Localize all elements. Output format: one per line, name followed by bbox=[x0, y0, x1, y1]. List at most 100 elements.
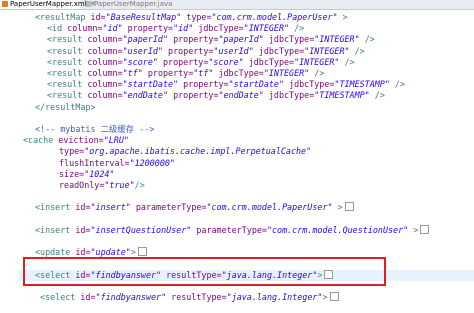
code-line[interactable]: 16type="org.apache.ibatis.cache.impl.Per… bbox=[19, 146, 474, 157]
code-token: "insert" bbox=[90, 202, 131, 213]
code-line[interactable]: 11<result column="endDate" property="end… bbox=[19, 90, 474, 101]
collapsed-fold-icon[interactable] bbox=[420, 224, 430, 234]
code-text: </resultMap> bbox=[35, 102, 96, 113]
code-text: <id column="id" property="id" jdbcType="… bbox=[47, 23, 304, 34]
code-token: "org.apache.ibatis.cache.impl.PerpetualC… bbox=[84, 146, 312, 157]
code-token: /> bbox=[134, 180, 145, 190]
collapsed-fold-icon[interactable] bbox=[344, 202, 354, 212]
code-token: <result bbox=[47, 45, 88, 56]
code-token: size= bbox=[59, 168, 85, 179]
code-token: property= bbox=[178, 79, 229, 90]
code-token: "endDate" bbox=[218, 90, 264, 101]
code-token: "id" bbox=[102, 23, 123, 34]
java-file-icon bbox=[86, 1, 92, 7]
code-token: > bbox=[408, 224, 419, 235]
code-token: "userId" bbox=[122, 45, 163, 56]
code-token: parameterType= bbox=[130, 202, 207, 213]
code-line[interactable]: 17flushInterval="1200000" bbox=[19, 158, 474, 169]
code-line[interactable]: 21⊕<insert id="insert" parameterType="co… bbox=[19, 202, 474, 213]
code-token: <insert bbox=[35, 224, 76, 235]
code-text: <result column="paperId" property="paper… bbox=[47, 34, 375, 45]
code-token: --> bbox=[134, 124, 155, 134]
code-token: "INTEGER" bbox=[294, 56, 340, 67]
code-text: <result column="tf" property="tf" jdbcTy… bbox=[47, 68, 324, 79]
code-token: > bbox=[337, 12, 348, 22]
code-token: readOnly= bbox=[59, 180, 105, 190]
code-text: readOnly="true"/> bbox=[59, 180, 145, 191]
code-token: "com.crm.model.PaperUser" bbox=[206, 202, 333, 213]
code-token: <result bbox=[47, 34, 88, 45]
code-line[interactable]: 18size="1024" bbox=[19, 169, 474, 180]
code-token: property= bbox=[162, 45, 214, 56]
code-token: 二级缓存 bbox=[100, 124, 135, 134]
code-text: <!-- mybatis 二级缓存 --> bbox=[35, 124, 154, 135]
tab-paperusermapper-xml[interactable]: PaperUserMapper.xml ✕ bbox=[0, 0, 96, 9]
code-line[interactable]: 15<cache eviction="LRU" bbox=[19, 135, 474, 146]
code-token: "insertQuestionUser" bbox=[90, 224, 192, 235]
code-token: id= bbox=[90, 12, 106, 22]
editor-tab-bar: PaperUserMapper.xml ✕ PaperUserMapper.jav… bbox=[0, 0, 474, 10]
code-line[interactable]: 12</resultMap> bbox=[19, 102, 474, 113]
code-token: <resultMap bbox=[35, 12, 91, 22]
code-text: <cache eviction="LRU" bbox=[23, 135, 129, 146]
code-token: > bbox=[332, 202, 343, 213]
code-line[interactable]: 8<result column="score" property="score"… bbox=[19, 57, 474, 68]
code-token: <update bbox=[35, 247, 76, 258]
code-token: "INTEGER" bbox=[243, 23, 290, 34]
code-line[interactable]: 9<result column="tf" property="tf" jdbcT… bbox=[19, 68, 474, 79]
code-token: "BaseResultMap" bbox=[105, 12, 182, 22]
code-line[interactable]: 10<result column="startDate" property="s… bbox=[19, 79, 474, 90]
code-token: column= bbox=[67, 23, 103, 34]
code-token: jdbcType= bbox=[284, 79, 335, 90]
code-token: <cache bbox=[23, 135, 59, 146]
code-token: "INTEGER" bbox=[314, 34, 360, 45]
code-token: /> bbox=[369, 90, 385, 101]
code-line[interactable]: 4<resultMap id="BaseResultMap" type="com… bbox=[19, 12, 474, 23]
code-token: <result bbox=[47, 68, 88, 78]
code-token: <result bbox=[47, 56, 88, 67]
code-token: "startDate" bbox=[122, 79, 179, 90]
code-line[interactable]: 13 bbox=[19, 113, 474, 124]
code-token: "com.crm.model.PaperUser" bbox=[211, 12, 338, 22]
code-token: "com.crm.model.QuestionUser" bbox=[266, 224, 409, 235]
collapsed-fold-icon[interactable] bbox=[137, 247, 147, 257]
code-token: type= bbox=[59, 146, 85, 157]
code-text: <insert id="insert" parameterType="com.c… bbox=[35, 202, 354, 213]
code-line[interactable]: 48⊕ <select id="findbyanswer" resultType… bbox=[19, 292, 474, 303]
code-line[interactable]: 19readOnly="true"/> bbox=[19, 180, 474, 191]
code-token: <result bbox=[47, 90, 88, 101]
code-token: "1024" bbox=[84, 168, 115, 179]
code-line[interactable]: 14<!-- mybatis 二级缓存 --> bbox=[19, 124, 474, 135]
code-line[interactable]: 20 bbox=[19, 191, 474, 202]
code-token: "update" bbox=[90, 247, 131, 258]
code-token: resultType= bbox=[166, 292, 227, 302]
code-line[interactable]: 35 bbox=[19, 236, 474, 247]
code-token: id= bbox=[75, 202, 91, 213]
code-token: type= bbox=[181, 12, 212, 22]
code-line[interactable]: 5<id column="id" property="id" jdbcType=… bbox=[19, 23, 474, 34]
code-text: flushInterval="1200000" bbox=[59, 158, 175, 169]
code-token: </resultMap> bbox=[35, 101, 96, 112]
code-token: "findbyanswer" bbox=[95, 292, 167, 302]
code-text: <result column="startDate" property="sta… bbox=[47, 79, 405, 90]
code-token: "endDate" bbox=[122, 90, 169, 101]
code-token: column= bbox=[87, 90, 123, 101]
code-token: /> bbox=[359, 34, 375, 45]
code-line[interactable]: 30 bbox=[19, 214, 474, 225]
code-token: /> bbox=[349, 45, 365, 56]
code-token: id= bbox=[75, 247, 91, 258]
code-token: jdbcType= bbox=[243, 56, 295, 67]
code-line[interactable]: 31⊕<insert id="insertQuestionUser" param… bbox=[19, 224, 474, 236]
code-line[interactable]: 6<result column="paperId" property="pape… bbox=[19, 34, 474, 45]
tab-paperusermapper-java[interactable]: PaperUserMapper.java bbox=[84, 0, 174, 9]
code-token: column= bbox=[87, 45, 123, 56]
code-token: "paperId" bbox=[218, 34, 264, 45]
code-line[interactable]: 55 bbox=[19, 303, 474, 313]
collapsed-fold-icon[interactable] bbox=[329, 292, 339, 301]
red-highlight-box bbox=[23, 257, 386, 286]
code-text: type="org.apache.ibatis.cache.impl.Perpe… bbox=[59, 146, 311, 157]
code-text: <result column="endDate" property="endDa… bbox=[47, 90, 385, 101]
code-token: "true" bbox=[104, 180, 135, 190]
code-line[interactable]: 7<result column="userId" property="userI… bbox=[19, 46, 474, 57]
tab-label: PaperUserMapper.java bbox=[94, 0, 173, 8]
